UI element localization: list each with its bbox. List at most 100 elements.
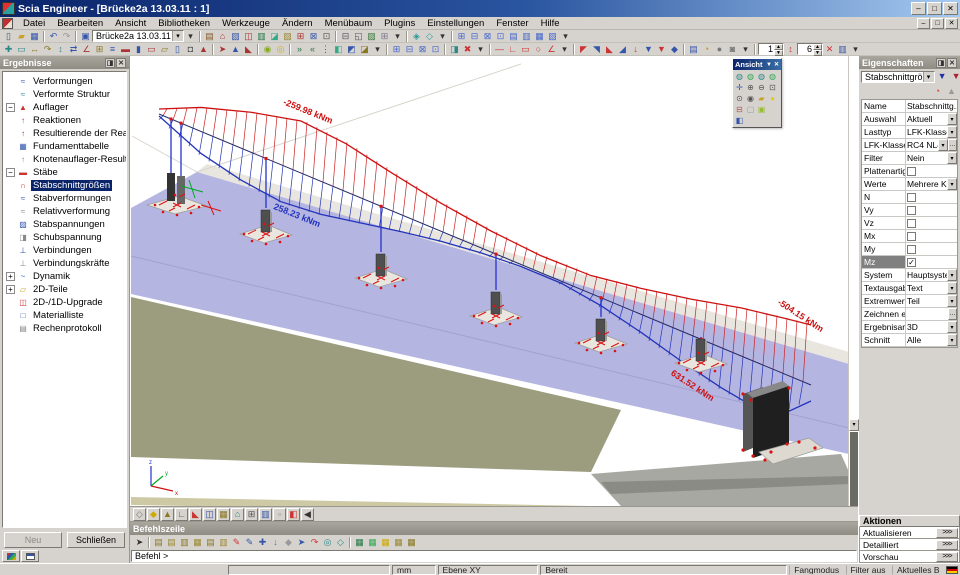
- prop-mz-checkbox[interactable]: ✓: [907, 258, 916, 267]
- tree-item-relativverformung[interactable]: ≈Relativverformung: [3, 205, 126, 218]
- lock-icon[interactable]: ●: [713, 43, 726, 55]
- paste-props-icon[interactable]: ◧: [332, 43, 345, 55]
- tree-item-resultierende-der-reaktionen[interactable]: ↑Resultierende der Reaktionen: [3, 127, 126, 140]
- line-grid-icon[interactable]: ⊞: [93, 43, 106, 55]
- tree-item-verbindungskr-fte[interactable]: ⊥Verbindungskräfte: [3, 257, 126, 270]
- table-2-icon[interactable]: ▤: [165, 536, 178, 548]
- minimize-button[interactable]: –: [911, 2, 926, 15]
- prop-vy-checkbox[interactable]: [907, 206, 916, 215]
- node-snap-on-icon[interactable]: ◆: [147, 508, 160, 521]
- prop-zeichnen-ein-ellipsis-button[interactable]: …: [948, 308, 957, 320]
- menu-ndern[interactable]: Ändern: [276, 17, 319, 30]
- prop-textausgabe-value[interactable]: Text: [906, 282, 947, 294]
- results-icon[interactable]: ⊡: [320, 30, 333, 42]
- pin-icon[interactable]: ◨: [936, 58, 946, 68]
- tables-dropdown-icon[interactable]: ▾: [436, 30, 449, 42]
- zoom-out-icon[interactable]: ⊖: [756, 82, 767, 93]
- prop-zeichnen-ein-value[interactable]: [906, 308, 948, 320]
- zoom-selection-icon[interactable]: ◉: [745, 93, 756, 104]
- zoom-window-icon[interactable]: ⊡: [767, 82, 778, 93]
- tree-item-reaktionen[interactable]: ↑Reaktionen: [3, 114, 126, 127]
- line-icon[interactable]: ―: [493, 43, 506, 55]
- zoom-all-icon[interactable]: ⊙: [734, 93, 745, 104]
- tree-item-dynamik[interactable]: +~Dynamik: [3, 270, 126, 283]
- table-6-icon[interactable]: ▥: [217, 536, 230, 548]
- prop-auswahl-dropdown[interactable]: ▾: [947, 113, 957, 125]
- node-snap-icon[interactable]: ◇: [133, 508, 146, 521]
- cross-section-icon[interactable]: ◫: [242, 30, 255, 42]
- prop-extremwerte-value[interactable]: Teil: [906, 295, 947, 307]
- close-button[interactable]: ✕: [943, 2, 958, 15]
- new-button[interactable]: Neu: [4, 532, 62, 548]
- prop-plattenartiger-value[interactable]: [906, 165, 957, 177]
- maximize-button[interactable]: □: [927, 2, 942, 15]
- pencil-blue-icon[interactable]: ✎: [243, 536, 256, 548]
- solver-icon[interactable]: ⊠: [307, 30, 320, 42]
- protect-icon[interactable]: ◙: [726, 43, 739, 55]
- picture-gallery-icon[interactable]: ▨: [365, 30, 378, 42]
- array-icon[interactable]: ⋮: [319, 43, 332, 55]
- view-window-4-icon[interactable]: ⊡: [494, 30, 507, 42]
- settings-view-icon[interactable]: ▣: [756, 104, 767, 115]
- rect-icon[interactable]: ▭: [519, 43, 532, 55]
- library-icon[interactable]: ▤: [203, 30, 216, 42]
- toolbar-close-icon[interactable]: ✕: [774, 61, 779, 68]
- close-panel-icon[interactable]: ✕: [947, 58, 957, 68]
- menu-ansicht[interactable]: Ansicht: [109, 17, 152, 30]
- project-combo[interactable]: Brücke2a 13.03.11▾: [92, 30, 184, 42]
- view-window-7-icon[interactable]: ▦: [533, 30, 546, 42]
- select-icon[interactable]: ✚: [2, 43, 15, 55]
- view-dir-1-icon[interactable]: ⊞: [390, 43, 403, 55]
- table-olive-icon[interactable]: ▦: [405, 536, 418, 548]
- mdi-document-icon[interactable]: [2, 18, 13, 29]
- prop-vz-value[interactable]: [906, 217, 957, 229]
- tree-item-materialliste[interactable]: □Materialliste: [3, 309, 126, 322]
- angle-icon[interactable]: ∠: [545, 43, 558, 55]
- prop-auswahl-value[interactable]: Aktuell: [906, 113, 947, 125]
- view-toolbar-titlebar[interactable]: Ansicht ▼ ✕: [733, 59, 781, 70]
- mdi-restore-button[interactable]: □: [931, 18, 944, 29]
- support-fix-icon[interactable]: ◥: [590, 43, 603, 55]
- language-flag-icon[interactable]: [946, 566, 958, 574]
- load-surface-icon[interactable]: ▼: [655, 43, 668, 55]
- draw-dropdown-icon[interactable]: ▾: [558, 43, 571, 55]
- mdi-close-button[interactable]: ✕: [945, 18, 958, 29]
- delete-icon[interactable]: ✖: [461, 43, 474, 55]
- property-set-combo[interactable]: Stabschnittgrö ▾: [861, 71, 935, 83]
- render-icon[interactable]: ◨: [448, 43, 461, 55]
- load-case-icon[interactable]: ▥: [255, 30, 268, 42]
- scale-up-icon[interactable]: ↕: [784, 43, 797, 55]
- levels-icon[interactable]: ▲: [945, 85, 958, 98]
- polyline-icon[interactable]: ∟: [506, 43, 519, 55]
- result-scale-icon[interactable]: ✕: [823, 43, 836, 55]
- undo-icon[interactable]: ↶: [47, 30, 60, 42]
- tree-item-verbindungen[interactable]: ⊥Verbindungen: [3, 244, 126, 257]
- prop-my-checkbox[interactable]: [907, 245, 916, 254]
- prop-lasttyp-value[interactable]: LFK-Klasse: [906, 126, 947, 138]
- prop-filter-value[interactable]: Nein: [906, 152, 947, 164]
- menu-fenster[interactable]: Fenster: [490, 17, 534, 30]
- tree-item-st-be[interactable]: −▬Stäbe: [3, 166, 126, 179]
- wall-icon[interactable]: ▯: [171, 43, 184, 55]
- print-icon[interactable]: ⊟: [339, 30, 352, 42]
- view-x-icon[interactable]: ◍: [734, 71, 745, 82]
- mdi-minimize-button[interactable]: –: [917, 18, 930, 29]
- view-window-2-icon[interactable]: ⊟: [468, 30, 481, 42]
- dot-pair-1-icon[interactable]: ◉: [261, 43, 274, 55]
- tree-item-schubspannung[interactable]: ◨Schubspannung: [3, 231, 126, 244]
- menu-hilfe[interactable]: Hilfe: [535, 17, 566, 30]
- hinge-icon[interactable]: ◤: [577, 43, 590, 55]
- table-green-1-icon[interactable]: ▦: [353, 536, 366, 548]
- tree-expander-icon[interactable]: +: [6, 272, 15, 281]
- table-yellow-2-icon[interactable]: ▦: [392, 536, 405, 548]
- tree-item-stabschnittgr-en[interactable]: ∩Stabschnittgrößen: [3, 179, 126, 192]
- tree-expander-icon[interactable]: +: [6, 285, 15, 294]
- view-window-6-icon[interactable]: ▥: [520, 30, 533, 42]
- prop-lfk-klasse-dropdown[interactable]: ▾: [938, 139, 948, 151]
- rotate-icon[interactable]: ↷: [41, 43, 54, 55]
- viewport-vscrollbar[interactable]: ▾: [848, 56, 858, 506]
- menu-bibliotheken[interactable]: Bibliotheken: [152, 17, 216, 30]
- tree-item-2d-1d-upgrade[interactable]: ◫2D-/1D-Upgrade: [3, 296, 126, 309]
- result-type-icon[interactable]: ▥: [836, 43, 849, 55]
- box-icon[interactable]: ▦: [217, 508, 230, 521]
